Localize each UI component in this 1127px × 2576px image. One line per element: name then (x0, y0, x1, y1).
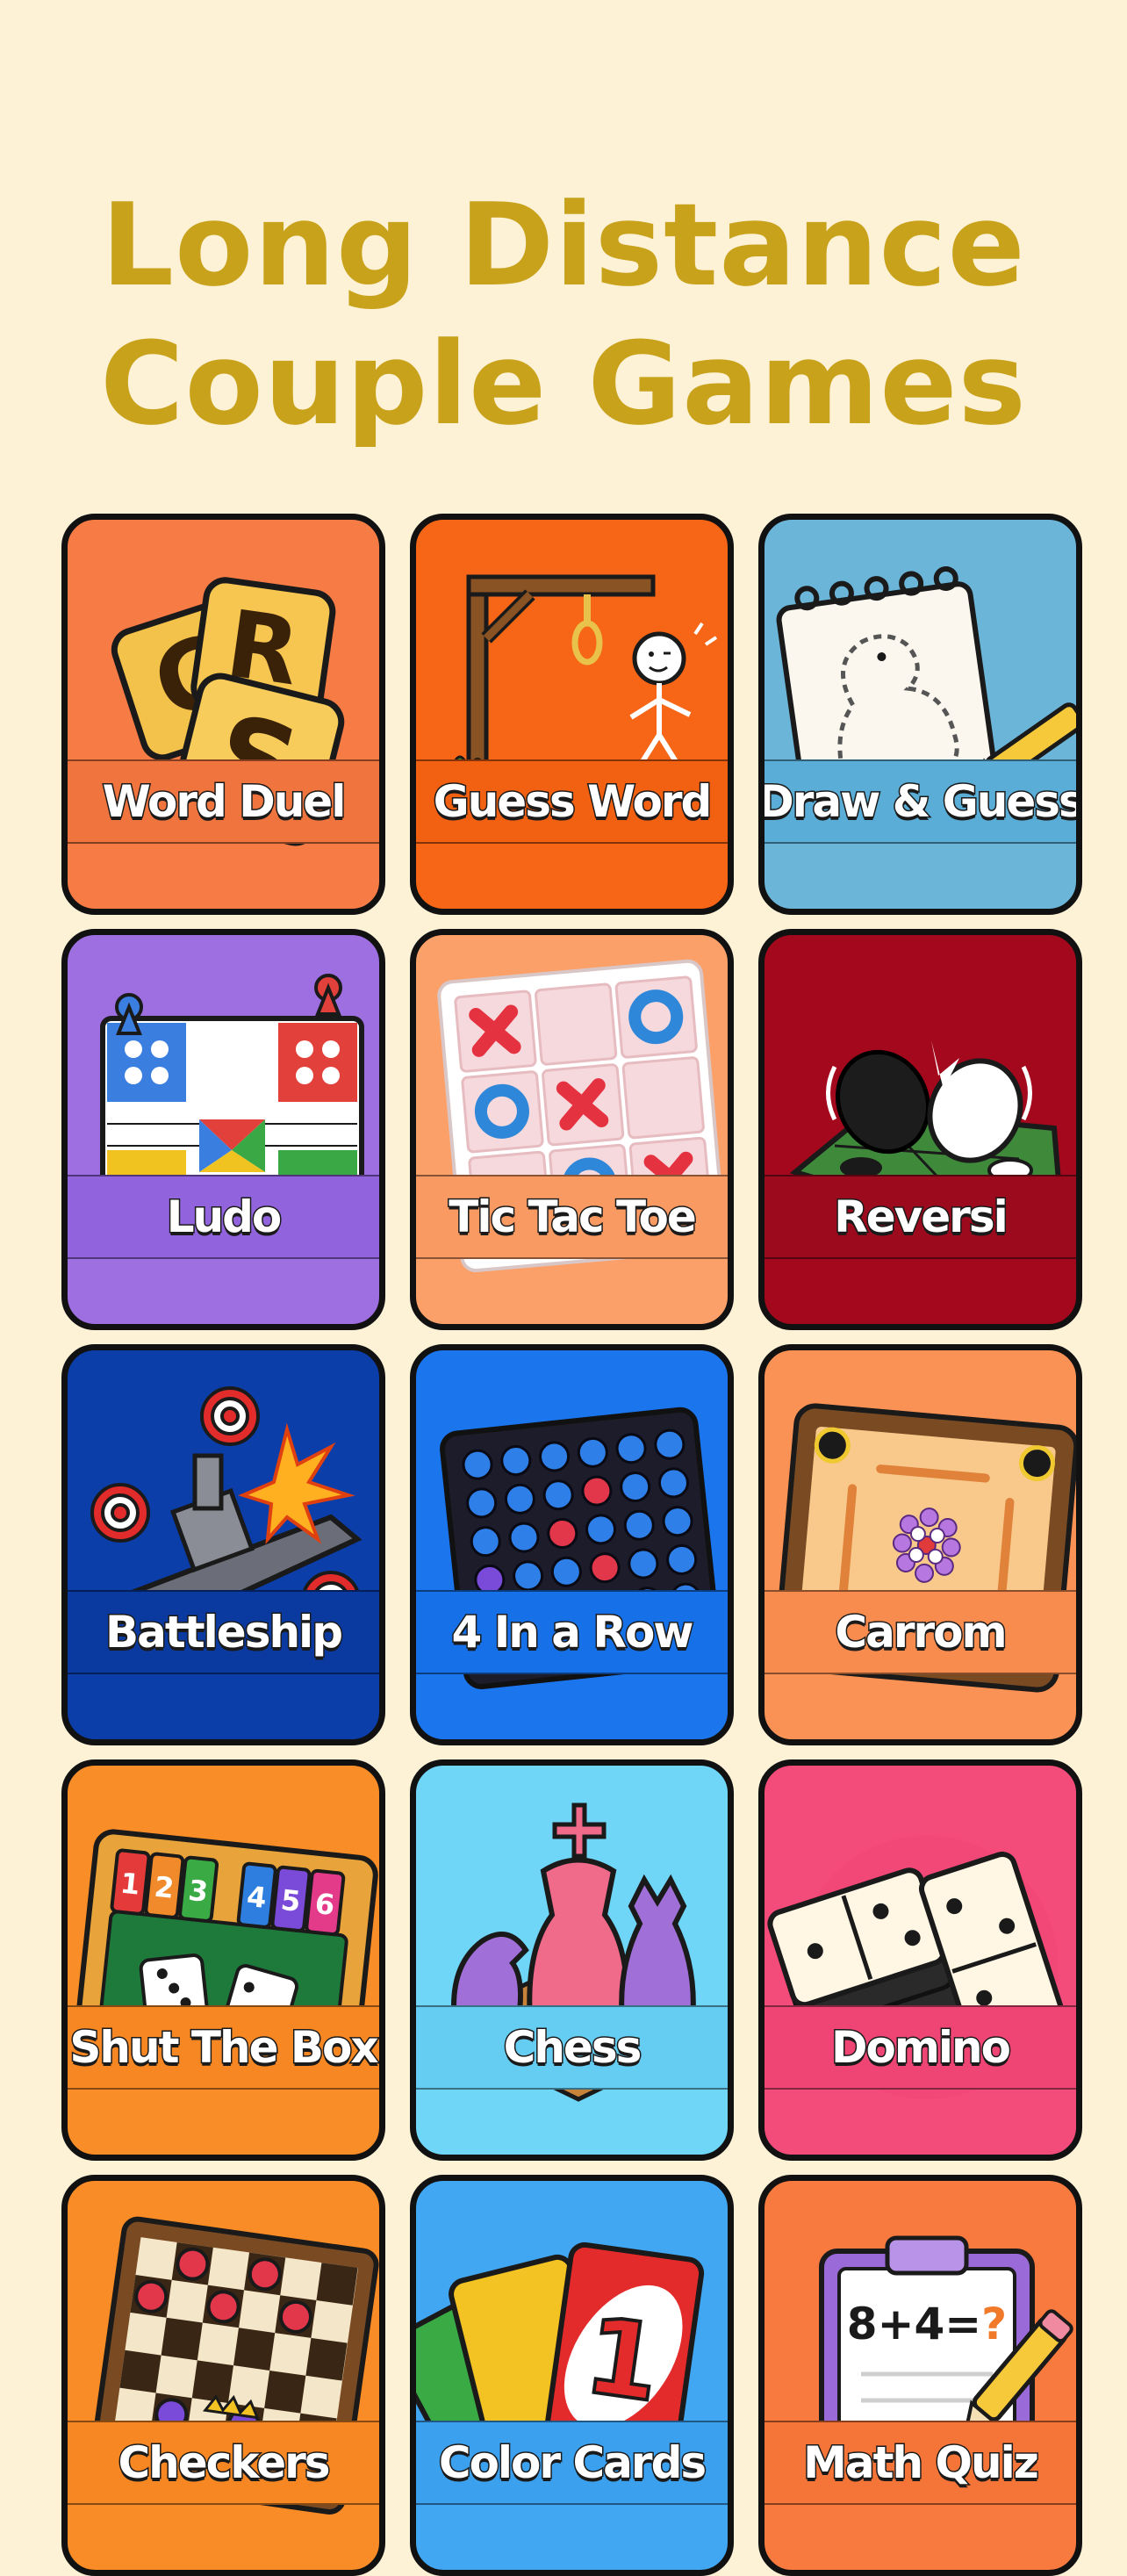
ludo-board-icon (100, 974, 364, 1236)
shut-the-box-icon: 123456 (73, 1829, 378, 2088)
game-card-carrom[interactable]: Carrom (758, 1344, 1082, 1745)
chess-pieces-icon (428, 1802, 728, 2102)
reversi-discs-icon (789, 1040, 1062, 1228)
game-card-label-band: Guess Word (416, 759, 728, 844)
game-grid: C R SWord Duel Guess Word Draw & Guess L… (61, 514, 1082, 2576)
math-clipboard-icon: 8+4=? (819, 2235, 1073, 2500)
game-card-label: Reversi (833, 1191, 1009, 1244)
svg-text:2: 2 (153, 1870, 176, 1905)
battleship-icon (71, 1386, 363, 1652)
hangman-icon (449, 574, 718, 774)
game-card-label: Checkers (117, 2436, 332, 2490)
game-card-label: Math Quiz (802, 2436, 1041, 2490)
game-card-label-band: Carrom (764, 1590, 1076, 1674)
game-card-label-band: Word Duel (68, 759, 379, 844)
game-card-label: Guess Word (432, 775, 714, 829)
svg-text:6: 6 (313, 1887, 336, 1922)
game-card-label: Carrom (834, 1606, 1009, 1659)
game-card-label-band: Chess (416, 2005, 728, 2090)
game-card-label: Draw & Guess (758, 775, 1082, 829)
game-card-label-band: Color Cards (416, 2421, 728, 2505)
game-card-label: Ludo (165, 1191, 284, 1244)
checkers-board-icon (88, 2216, 379, 2515)
domino-tiles-icon (767, 1836, 1070, 2099)
game-card-word-duel[interactable]: C R SWord Duel (61, 514, 385, 915)
svg-text:4: 4 (245, 1880, 268, 1915)
title-line-1: Long Distance (101, 178, 1026, 312)
game-card-chess[interactable]: Chess (410, 1759, 734, 2161)
game-card-math-quiz[interactable]: 8+4=? Math Quiz (758, 2175, 1082, 2576)
letter-tiles-icon: C R S (111, 577, 345, 846)
svg-text:8+4=?: 8+4=? (847, 2299, 1007, 2349)
game-card-domino[interactable]: Domino (758, 1759, 1082, 2161)
game-card-battleship[interactable]: Battleship (61, 1344, 385, 1745)
uno-cards-icon: 1 (416, 2241, 705, 2503)
game-card-tic-tac-toe[interactable]: Tic Tac Toe (410, 929, 734, 1330)
game-card-4-in-a-row[interactable]: 4 In a Row (410, 1344, 734, 1745)
game-card-label: Tic Tac Toe (448, 1191, 698, 1244)
sketchpad-dinosaur-icon (776, 565, 1076, 810)
game-card-label-band: Reversi (764, 1175, 1076, 1259)
game-card-label: Color Cards (437, 2436, 707, 2490)
game-card-label-band: Ludo (68, 1175, 379, 1259)
game-card-ludo[interactable]: Ludo (61, 929, 385, 1330)
game-card-label-band: 4 In a Row (416, 1590, 728, 1674)
title-line-2: Couple Games (100, 317, 1027, 450)
game-card-label: Battleship (104, 1606, 345, 1659)
svg-text:5: 5 (279, 1883, 302, 1918)
game-card-label-band: Battleship (68, 1590, 379, 1674)
tic-tac-toe-board-icon (437, 959, 727, 1273)
game-card-label-band: Checkers (68, 2421, 379, 2505)
game-card-label: Chess (502, 2021, 643, 2075)
game-card-color-cards[interactable]: 1 Color Cards (410, 2175, 734, 2576)
game-card-label-band: Tic Tac Toe (416, 1175, 728, 1259)
svg-text:3: 3 (187, 1874, 210, 1909)
game-card-label: Word Duel (101, 775, 348, 829)
game-card-label-band: Shut The Box (68, 2005, 379, 2090)
game-card-label: Domino (829, 2021, 1012, 2075)
game-card-draw-and-guess[interactable]: Draw & Guess (758, 514, 1082, 915)
carrom-board-icon (773, 1403, 1076, 1693)
game-card-reversi[interactable]: Reversi (758, 929, 1082, 1330)
game-card-label-band: Math Quiz (764, 2421, 1076, 2505)
svg-text:1: 1 (118, 1867, 141, 1902)
connect-four-grid-icon (440, 1407, 722, 1689)
game-card-shut-the-box[interactable]: 123456 Shut The Box (61, 1759, 385, 2161)
game-card-label-band: Draw & Guess (764, 759, 1076, 844)
game-card-guess-word[interactable]: Guess Word (410, 514, 734, 915)
page-title: Long Distance Couple Games (0, 176, 1127, 453)
game-card-label-band: Domino (764, 2005, 1076, 2090)
game-card-checkers[interactable]: Checkers (61, 2175, 385, 2576)
game-card-label: Shut The Box (68, 2021, 379, 2075)
game-card-label: 4 In a Row (450, 1606, 695, 1659)
